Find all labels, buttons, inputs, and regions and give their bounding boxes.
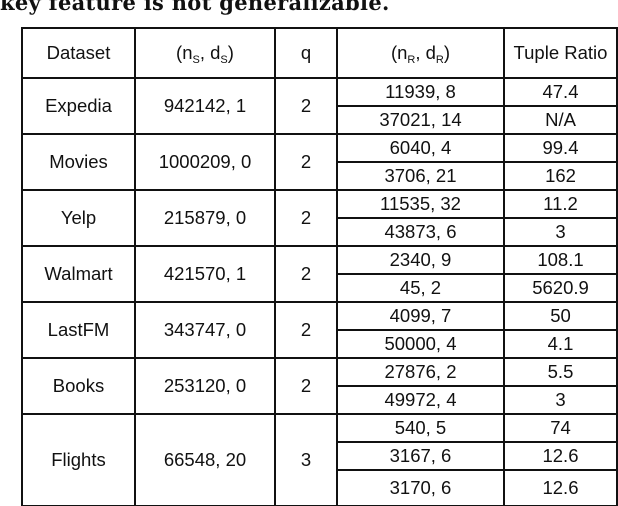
cell-nr-dr: 49972, 4 xyxy=(336,385,505,415)
cell-q: 2 xyxy=(274,77,338,135)
cell-nr-dr: 11535, 32 xyxy=(336,189,505,219)
table-body: Expedia 942142, 1 2 11939, 8 47.4 37021, 14 N/… xyxy=(21,77,618,506)
header-row: Dataset (nS, dS) q (nR, dR) Tuple Ratio xyxy=(21,27,618,79)
cell-ns-ds: 343747, 0 xyxy=(134,301,276,359)
cell-nr-dr: 11939, 8 xyxy=(336,77,505,107)
caption-tail-text: key feature is not generalizable. xyxy=(0,0,390,15)
header-nr-dr: (nR, dR) xyxy=(336,27,505,79)
header-ns-ds-sub2: S xyxy=(220,53,228,66)
cell-tuple-ratio: 12.6 xyxy=(503,441,618,471)
cell-ns-ds: 421570, 1 xyxy=(134,245,276,303)
table-row: LastFM 343747, 0 2 4099, 7 50 xyxy=(21,301,618,359)
cell-dataset: LastFM xyxy=(21,301,136,359)
table-row: Yelp 215879, 0 2 11535, 32 11.2 xyxy=(21,189,618,247)
cell-tuple-ratio: 4.1 xyxy=(503,329,618,359)
cell-q: 2 xyxy=(274,245,338,303)
cell-dataset: Flights xyxy=(21,413,136,506)
cell-ns-ds: 215879, 0 xyxy=(134,189,276,247)
cell-tuple-ratio: 162 xyxy=(503,161,618,191)
cell-nr-dr: 27876, 2 xyxy=(336,357,505,387)
cell-nr-dr: 50000, 4 xyxy=(336,329,505,359)
cell-dataset: Yelp xyxy=(21,189,136,247)
cell-tuple-ratio: N/A xyxy=(503,105,618,135)
table-row: Books 253120, 0 2 27876, 2 5.5 xyxy=(21,357,618,415)
header-dataset: Dataset xyxy=(21,27,136,79)
cell-nr-dr: 2340, 9 xyxy=(336,245,505,275)
cell-nr-dr: 540, 5 xyxy=(336,413,505,443)
header-tuple-ratio: Tuple Ratio xyxy=(503,27,618,79)
cell-dataset: Expedia xyxy=(21,77,136,135)
dataset-statistics-table: Dataset (nS, dS) q (nR, dR) Tuple Ratio … xyxy=(21,27,618,506)
table-row: Movies 1000209, 0 2 6040, 4 99.4 xyxy=(21,133,618,191)
cell-nr-dr: 43873, 6 xyxy=(336,217,505,247)
header-nr-dr-sub2: R xyxy=(435,53,444,66)
header-nr-dr-mid: , d xyxy=(415,41,436,63)
cell-tuple-ratio: 108.1 xyxy=(503,245,618,275)
table-row: Walmart 421570, 1 2 2340, 9 108.1 xyxy=(21,245,618,303)
header-ns-ds-open: (n xyxy=(176,41,193,63)
cell-nr-dr: 45, 2 xyxy=(336,273,505,303)
cell-tuple-ratio: 47.4 xyxy=(503,77,618,107)
cell-tuple-ratio: 50 xyxy=(503,301,618,331)
cell-tuple-ratio: 11.2 xyxy=(503,189,618,219)
cell-nr-dr: 3167, 6 xyxy=(336,441,505,471)
cell-tuple-ratio: 3 xyxy=(503,385,618,415)
cell-dataset: Books xyxy=(21,357,136,415)
cell-nr-dr: 3706, 21 xyxy=(336,161,505,191)
cell-q: 2 xyxy=(274,301,338,359)
cell-dataset: Walmart xyxy=(21,245,136,303)
cell-q: 2 xyxy=(274,357,338,415)
cell-tuple-ratio: 12.6 xyxy=(503,469,618,506)
header-ns-ds-mid: , d xyxy=(199,41,221,63)
table-row: Flights 66548, 20 3 540, 5 74 xyxy=(21,413,618,506)
cell-tuple-ratio: 99.4 xyxy=(503,133,618,163)
cell-q: 2 xyxy=(274,189,338,247)
table-row: Expedia 942142, 1 2 11939, 8 47.4 xyxy=(21,77,618,135)
cell-q: 3 xyxy=(274,413,338,506)
header-nr-dr-open: (n xyxy=(390,41,408,63)
cell-nr-dr: 3170, 6 xyxy=(336,469,505,506)
header-q: q xyxy=(274,27,338,79)
cell-nr-dr: 6040, 4 xyxy=(336,133,505,163)
cell-nr-dr: 37021, 14 xyxy=(336,105,505,135)
cell-q: 2 xyxy=(274,133,338,191)
cell-ns-ds: 942142, 1 xyxy=(134,77,276,135)
cell-nr-dr: 4099, 7 xyxy=(336,301,505,331)
cell-ns-ds: 66548, 20 xyxy=(134,413,276,506)
cell-tuple-ratio: 74 xyxy=(503,413,618,443)
header-ns-ds: (nS, dS) xyxy=(134,27,276,79)
header-ns-ds-sub1: S xyxy=(192,53,200,66)
header-ns-ds-close: ) xyxy=(227,41,234,63)
cell-ns-ds: 1000209, 0 xyxy=(134,133,276,191)
header-nr-dr-close: ) xyxy=(443,41,451,63)
cell-dataset: Movies xyxy=(21,133,136,191)
cell-tuple-ratio: 5620.9 xyxy=(503,273,618,303)
cell-tuple-ratio: 3 xyxy=(503,217,618,247)
cell-ns-ds: 253120, 0 xyxy=(134,357,276,415)
cell-tuple-ratio: 5.5 xyxy=(503,357,618,387)
